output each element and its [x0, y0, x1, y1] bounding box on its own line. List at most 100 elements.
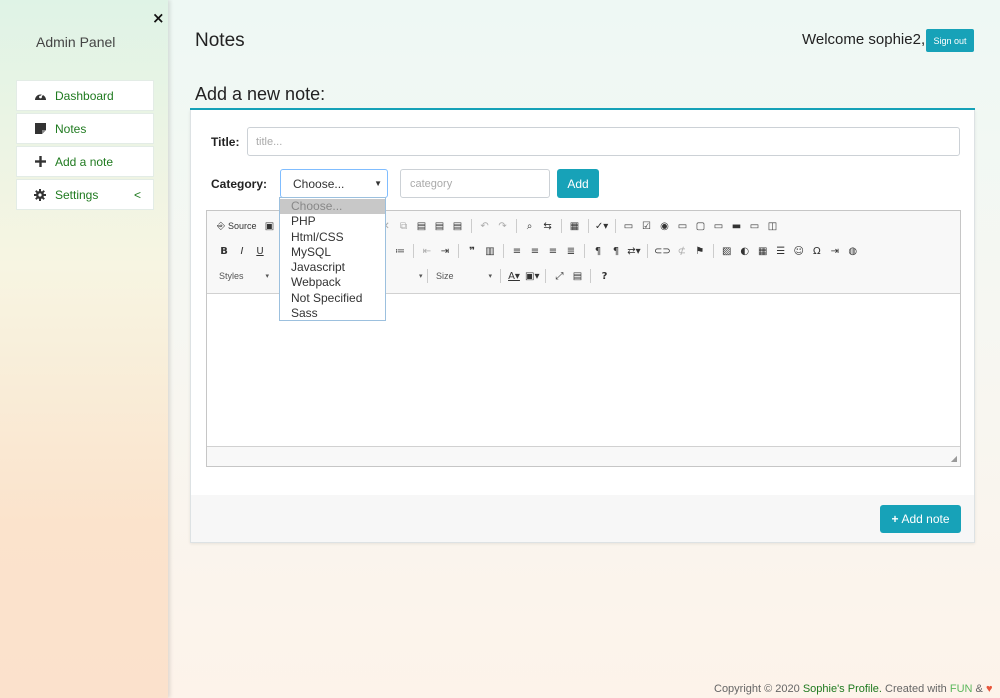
underline-icon[interactable]: U	[251, 242, 269, 260]
title-input[interactable]	[247, 127, 960, 156]
styles-dropdown[interactable]: Styles ▾	[215, 267, 273, 285]
ltr-icon[interactable]: ¶	[589, 242, 607, 260]
resize-handle-icon[interactable]: ◢	[951, 454, 957, 463]
category-dropdown-list: Choose... PHP Html/CSS MySQL Javascript …	[279, 197, 386, 321]
image-button-icon[interactable]: ▭	[746, 217, 764, 235]
source-button[interactable]: ⎆ Source	[215, 217, 261, 235]
align-center-icon[interactable]: ≡	[526, 242, 544, 260]
undo-icon[interactable]: ↶	[476, 217, 494, 235]
fun-text: FUN	[949, 683, 973, 695]
indent-icon[interactable]: ⇥	[436, 242, 454, 260]
background-color-icon[interactable]: ▣▾	[523, 267, 541, 285]
form-icon[interactable]: ▭	[620, 217, 638, 235]
copyright-footer: Copyright © 2020 Sophie's Profile. Creat…	[714, 683, 992, 695]
help-icon[interactable]: ?	[595, 267, 613, 285]
bold-icon[interactable]: B	[215, 242, 233, 260]
site-link[interactable]: Sophie's Profile.	[803, 683, 882, 695]
blockquote-icon[interactable]: ❞	[463, 242, 481, 260]
sidebar-item-label: Settings	[55, 187, 99, 202]
heart-icon: ♥	[985, 683, 993, 695]
toolbar-separator	[647, 244, 648, 258]
outdent-icon[interactable]: ⇤	[418, 242, 436, 260]
table-icon[interactable]: ▦	[754, 242, 772, 260]
paste-icon[interactable]: ▤	[413, 217, 431, 235]
show-blocks-icon[interactable]: ▤	[568, 267, 586, 285]
toolbar-separator	[560, 219, 562, 233]
category-input[interactable]	[400, 169, 550, 198]
select-all-icon[interactable]: ▦	[566, 217, 584, 235]
bulleted-list-icon[interactable]: ≔	[391, 242, 409, 260]
special-char-icon[interactable]: Ω	[808, 242, 826, 260]
anchor-icon[interactable]: ⚑	[691, 242, 709, 260]
sidebar: × Admin Panel Dashboard Notes Add a note…	[0, 0, 168, 698]
toolbar-separator	[587, 219, 589, 233]
justify-icon[interactable]: ≣	[562, 242, 580, 260]
plus-icon	[33, 155, 47, 169]
add-note-button[interactable]: + Add note	[880, 505, 961, 533]
align-right-icon[interactable]: ≡	[544, 242, 562, 260]
source-icon: ⎆	[217, 220, 225, 232]
close-icon[interactable]: ×	[152, 9, 165, 27]
paste-text-icon[interactable]: ▤	[431, 217, 449, 235]
iframe-icon[interactable]: ◍	[844, 242, 862, 260]
sidebar-item-notes[interactable]: Notes	[16, 113, 154, 144]
save-icon[interactable]: ▣	[261, 217, 279, 235]
copy-icon[interactable]: ⧉	[395, 217, 413, 235]
find-icon[interactable]: ⌕	[521, 217, 539, 235]
language-icon[interactable]: ⇄▾	[625, 242, 643, 260]
select-field-icon[interactable]: ▭	[710, 217, 728, 235]
button-field-icon[interactable]: ▬	[728, 217, 746, 235]
dropdown-option[interactable]: Choose...	[280, 199, 385, 215]
size-dropdown[interactable]: Size ▾	[432, 267, 496, 285]
textfield-icon[interactable]: ▭	[674, 217, 692, 235]
redo-icon[interactable]: ↷	[494, 217, 512, 235]
card-footer: + Add note	[191, 495, 974, 542]
toolbar-separator	[503, 244, 504, 258]
size-label: Size	[436, 271, 454, 281]
sidebar-item-settings[interactable]: Settings <	[16, 179, 154, 210]
dropdown-option[interactable]: Webpack	[280, 275, 385, 290]
replace-icon[interactable]: ⇆	[539, 217, 557, 235]
add-note-card: Title: Category: Choose... ▼ Add ⎆ Sourc…	[190, 110, 975, 543]
dropdown-option[interactable]: Sass	[280, 306, 385, 321]
dropdown-option[interactable]: MySQL	[280, 245, 385, 260]
toolbar-row-3: Styles ▾ ▾ Size ▾ A▾ ▣▾ ⤢ ▤ ?	[215, 264, 613, 288]
smiley-icon[interactable]: ☺	[790, 242, 808, 260]
radio-icon[interactable]: ◉	[656, 217, 674, 235]
text-color-icon[interactable]: A▾	[505, 267, 523, 285]
maximize-icon[interactable]: ⤢	[550, 267, 568, 285]
spellcheck-icon[interactable]: ✓▾	[593, 217, 611, 235]
horizontal-line-icon[interactable]: ☰	[772, 242, 790, 260]
div-container-icon[interactable]: ▥	[481, 242, 499, 260]
page-title: Notes	[195, 30, 245, 51]
page-break-icon[interactable]: ⇥	[826, 242, 844, 260]
rtl-icon[interactable]: ¶	[607, 242, 625, 260]
italic-icon[interactable]: I	[233, 242, 251, 260]
textarea-icon[interactable]: ▢	[692, 217, 710, 235]
dropdown-option[interactable]: PHP	[280, 214, 385, 229]
format-dropdown-caret[interactable]: ▾	[415, 267, 423, 285]
sidebar-item-label: Add a note	[55, 154, 114, 169]
dropdown-option[interactable]: Javascript	[280, 260, 385, 275]
caret-down-icon: ▾	[488, 273, 492, 280]
sidebar-item-label: Notes	[55, 121, 87, 136]
toolbar-separator	[712, 244, 714, 258]
paste-word-icon[interactable]: ▤	[449, 217, 467, 235]
sidebar-item-dashboard[interactable]: Dashboard	[16, 80, 154, 111]
add-category-button[interactable]: Add	[557, 169, 599, 198]
image-icon[interactable]: ▨	[718, 242, 736, 260]
hidden-field-icon[interactable]: ◫	[764, 217, 782, 235]
dropdown-option[interactable]: Html/CSS	[280, 230, 385, 245]
welcome-text: Welcome sophie2,	[802, 31, 926, 48]
add-note-label: Add note	[901, 512, 950, 526]
link-icon[interactable]: ⊂⊃	[652, 242, 673, 260]
unlink-icon[interactable]: ⊄	[673, 242, 691, 260]
align-left-icon[interactable]: ≡	[508, 242, 526, 260]
category-select[interactable]: Choose... ▼	[280, 169, 388, 198]
flash-icon[interactable]: ◐	[736, 242, 754, 260]
sign-out-button[interactable]: Sign out	[926, 29, 974, 52]
caret-down-icon: ▾	[265, 273, 269, 280]
dropdown-option[interactable]: Not Specified	[280, 291, 385, 306]
sidebar-item-add-note[interactable]: Add a note	[16, 146, 154, 177]
checkbox-icon[interactable]: ☑	[638, 217, 656, 235]
